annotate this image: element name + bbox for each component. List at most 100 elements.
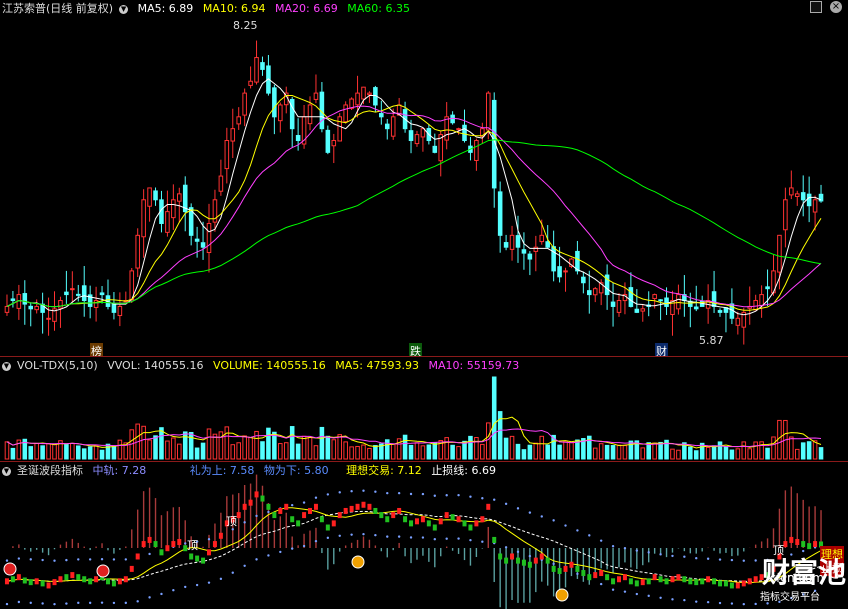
candle-body [4,305,10,313]
candle-body [812,199,818,213]
lower-band-dot [433,538,436,541]
volume-bar [563,440,568,460]
upper-band-dot [362,489,365,492]
volume-bar [349,446,354,460]
lower-band-dot [647,594,650,598]
candle-body [783,199,788,231]
volume-bar [70,442,75,460]
candle-body [765,286,770,290]
chevron-down-icon[interactable]: ▼ [2,361,11,371]
candle-body [711,291,717,307]
volume-bar [557,444,562,460]
price-marker [254,491,259,498]
candlestick-chart[interactable] [0,0,848,356]
price-header: 江苏索普(日线 前复权) ▼ MA5: 6.89 MA10: 6.94 MA20:… [2,2,416,15]
window-toggle-icon[interactable] [810,1,822,13]
volume-bar [52,443,57,460]
mid-band-line [6,510,822,582]
upper-band-dot [635,549,639,552]
volume-bar [224,426,230,460]
volume-bar [604,444,610,460]
volume-panel[interactable]: ▼ VOL-TDX(5,10) VVOL: 140555.16 VOLUME: 1… [0,357,848,461]
price-marker [617,576,621,583]
price-marker [486,503,491,510]
price-marker [195,555,200,562]
price-marker [474,520,479,527]
candle-body [390,116,396,137]
high-price-label: 8.25 [233,19,258,32]
upper-band-dot [5,559,9,562]
candle-body [99,292,105,296]
lower-band-dot [457,537,460,540]
candle-body [153,190,158,201]
volume-bar [485,422,491,460]
lower-band-dot [255,558,258,561]
volume-bar [289,426,295,460]
price-marker [403,516,408,523]
price-chart-panel[interactable]: 江苏索普(日线 前复权) ▼ MA5: 6.89 MA10: 6.94 MA20:… [0,0,848,356]
lower-band-dot [742,602,745,606]
price-marker [272,512,277,519]
price-marker [28,579,33,586]
price-marker [480,516,485,523]
event-label-2[interactable]: 跌 [409,343,422,356]
upper-band-dot [124,558,128,561]
volume-bar [741,441,747,460]
volume-bar [610,445,616,460]
lower-band-dot [623,590,627,593]
price-marker [533,557,538,564]
ma5-readout: MA5: 6.89 [137,2,194,15]
volume-bar [503,437,509,460]
price-marker [622,574,627,581]
volume-bar [242,435,247,460]
volume-bar [87,446,93,460]
candle-body [664,297,669,307]
upper-band-dot [374,490,377,493]
candle-body [789,187,794,196]
upper-band-dot [504,502,508,506]
price-marker [349,505,354,512]
price-marker [688,578,693,585]
price-marker [456,516,461,523]
ideal-trade-readout: 理想交易: 7.12 [346,464,422,477]
lower-band-dot [17,600,21,604]
event-label-3[interactable]: 财 [655,343,668,356]
candle-body [200,242,206,248]
lower-band-dot [362,532,365,536]
candle-body [462,124,467,142]
volume-bar [444,437,449,460]
volume-bar [658,441,663,460]
price-marker [640,579,645,586]
candle-body [527,253,533,260]
price-marker [373,507,378,514]
price-marker [355,503,360,510]
chevron-down-icon[interactable]: ▼ [119,4,129,14]
volume-bar [789,436,794,460]
volume-bar [812,440,818,460]
lower-band-dot [207,581,211,584]
volume-bar [75,445,81,460]
volume-bar [153,435,158,460]
price-marker [94,576,99,583]
volume-bar [450,444,455,460]
volume-bar [337,434,343,460]
candle-body [557,266,562,278]
volume-bar [800,442,806,460]
price-marker [575,565,580,572]
wave-indicator-chart[interactable] [0,462,848,609]
chevron-down-icon[interactable]: ▼ [2,466,11,476]
signal-icon [3,562,17,576]
upper-band-dot [386,491,389,495]
signal-icon [555,588,569,602]
lower-band-dot [599,582,603,586]
event-label-1[interactable]: 榜 [90,343,103,356]
volume-bar [319,426,325,460]
candle-body [581,276,586,284]
price-marker [729,582,734,589]
volume-bar [230,444,236,460]
indicator-panel[interactable]: ▼ 圣诞波段指标 中轨: 7.28 礼为上: 7.58 物为下: 5.80 理想交… [0,462,848,609]
volume-chart[interactable] [0,357,848,461]
close-icon[interactable]: × [830,1,842,13]
lower-band-dot [350,533,353,536]
upper-band-dot [647,551,650,554]
